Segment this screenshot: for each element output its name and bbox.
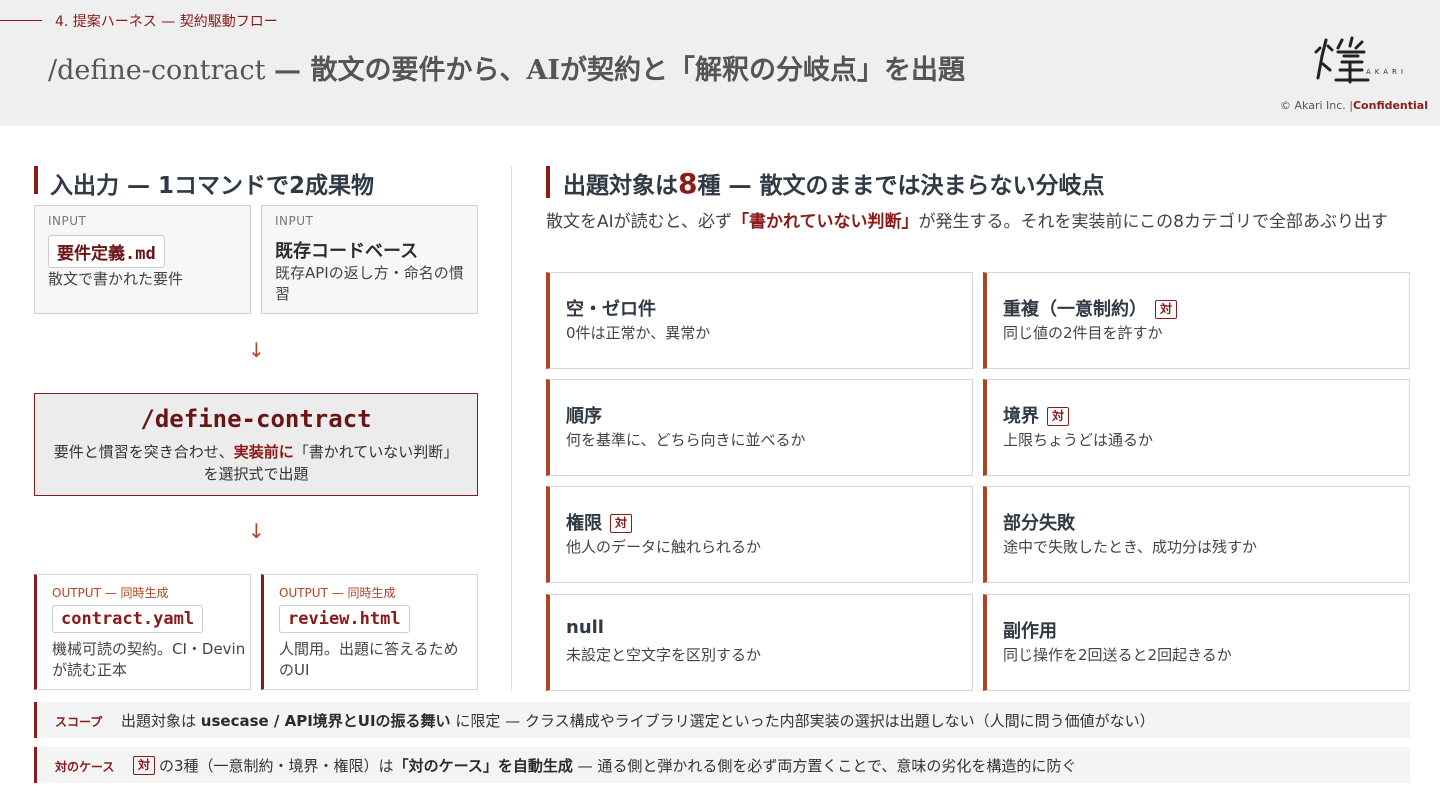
category-title-text: 権限 bbox=[566, 513, 602, 534]
category-title: 境界対 bbox=[1003, 402, 1070, 428]
logo-wordmark: AKARI bbox=[1366, 68, 1407, 76]
input-card-requirements: INPUT 要件定義.md 散文で書かれた要件 bbox=[34, 205, 251, 314]
column-divider bbox=[511, 166, 512, 691]
right-heading-bar bbox=[546, 166, 550, 198]
category-card: 権限対 他人のデータに触れられるか bbox=[546, 486, 973, 583]
command-desc-bold: 実装前に bbox=[233, 443, 294, 461]
category-desc: 同じ操作を2回送ると2回起きるか bbox=[1003, 646, 1232, 664]
category-title: 重複（一意制約） 対 bbox=[1003, 295, 1178, 321]
section-label: 4. 提案ハーネス — 契約駆動フロー bbox=[55, 14, 278, 30]
category-desc: 他人のデータに触れられるか bbox=[566, 538, 762, 556]
category-desc: 0件は正常か、異常か bbox=[566, 324, 711, 342]
input-tag: INPUT bbox=[48, 214, 87, 228]
pair-case-label: 対のケース bbox=[55, 760, 115, 774]
category-card: 空・ゼロ件 0件は正常か、異常か bbox=[546, 272, 973, 369]
requirements-file-chip: 要件定義.md bbox=[48, 235, 165, 268]
intro-post: が発生する。それを実装前にこの8カテゴリで全部あぶり出す bbox=[918, 212, 1388, 232]
category-card: 境界対 上限ちょうどは通るか bbox=[983, 379, 1410, 476]
command-name: /define-contract bbox=[140, 405, 372, 433]
right-heading: 出題対象は8種 — 散文のままでは決まらない分岐点 bbox=[563, 166, 1105, 200]
output-desc: 人間用。出題に答えるためのUI bbox=[279, 640, 459, 679]
right-heading-pre: 出題対象は bbox=[563, 173, 678, 199]
page-title-command: /define-contract bbox=[48, 55, 266, 86]
category-title-text: 空・ゼロ件 bbox=[566, 299, 656, 320]
pair-case-badge: 対 bbox=[1047, 407, 1070, 426]
pair-case-text: 対の3種（一意制約・境界・権限）は「対のケース」を自動生成 — 通る側と弾かれる… bbox=[133, 755, 1076, 776]
down-arrow-icon: ↓ bbox=[248, 338, 265, 362]
output-desc: 機械可読の契約。CI・Devinが読む正本 bbox=[52, 640, 246, 679]
category-desc: 未設定と空文字を区別するか bbox=[566, 646, 762, 664]
output-tag: OUTPUT — 同時生成 bbox=[52, 586, 169, 600]
case-pre: の3種（一意制約・境界・権限）は bbox=[159, 757, 394, 775]
category-desc: 上限ちょうどは通るか bbox=[1003, 431, 1154, 449]
review-file-chip: review.html bbox=[279, 605, 410, 633]
page-title-rest: — 散文の要件から、AIが契約と「解釈の分岐点」を出題 bbox=[274, 55, 966, 86]
case-bold: 「対のケース」を自動生成 bbox=[393, 757, 573, 775]
intro-text: 散文をAIが読むと、必ず「書かれていない判断」が発生する。それを実装前にこの8カ… bbox=[546, 209, 1416, 235]
category-desc: 途中で失敗したとき、成功分は残すか bbox=[1003, 538, 1257, 556]
pair-case-badge: 対 bbox=[610, 514, 633, 533]
category-card: null 未設定と空文字を区別するか bbox=[546, 594, 973, 691]
right-heading-post: 種 — 散文のままでは決まらない分岐点 bbox=[697, 173, 1105, 199]
codebase-title: 既存コードベース bbox=[275, 241, 419, 262]
intro-bold: 「書かれていない判断」 bbox=[731, 212, 919, 232]
copyright: © Akari Inc. |Confidential bbox=[1280, 99, 1428, 112]
category-title-text: 副作用 bbox=[1003, 621, 1057, 642]
category-card: 副作用 同じ操作を2回送ると2回起きるか bbox=[983, 594, 1410, 691]
case-post: — 通る側と弾かれる側を必ず両方置くことで、意味の劣化を構造的に防ぐ bbox=[577, 757, 1077, 775]
category-title: 部分失敗 bbox=[1003, 509, 1075, 535]
category-desc: 何を基準に、どちら向きに並べるか bbox=[566, 431, 806, 449]
input-tag: INPUT bbox=[275, 214, 314, 228]
category-title: 副作用 bbox=[1003, 617, 1057, 643]
category-title-text: 境界 bbox=[1003, 406, 1039, 427]
command-desc: 要件と慣習を突き合わせ、実装前に「書かれていない判断」を選択式で出題 bbox=[49, 441, 463, 485]
pair-case-note: 対のケース 対の3種（一意制約・境界・権限）は「対のケース」を自動生成 — 通る… bbox=[34, 747, 1410, 783]
category-title: 空・ゼロ件 bbox=[566, 295, 656, 321]
category-title-text: 重複（一意制約） bbox=[1003, 299, 1147, 320]
command-card: /define-contract 要件と慣習を突き合わせ、実装前に「書かれていな… bbox=[34, 393, 478, 496]
scope-pre: 出題対象は bbox=[121, 712, 197, 730]
intro-pre: 散文をAIが読むと、必ず bbox=[546, 212, 732, 232]
left-heading: 入出力 — 1コマンドで2成果物 bbox=[50, 173, 375, 199]
category-title: 順序 bbox=[566, 402, 602, 428]
category-card: 重複（一意制約） 対 同じ値の2件目を許すか bbox=[983, 272, 1410, 369]
output-card-review: OUTPUT — 同時生成 review.html 人間用。出題に答えるためのU… bbox=[261, 574, 478, 690]
output-tag: OUTPUT — 同時生成 bbox=[279, 586, 396, 600]
category-title-text: 部分失敗 bbox=[1003, 513, 1075, 534]
input-desc: 散文で書かれた要件 bbox=[48, 270, 184, 288]
category-title: 権限対 bbox=[566, 509, 633, 535]
pair-case-badge: 対 bbox=[1155, 300, 1178, 319]
copyright-text: © Akari Inc. | bbox=[1280, 99, 1353, 112]
down-arrow-icon: ↓ bbox=[248, 519, 265, 543]
category-title-text: 順序 bbox=[566, 406, 602, 427]
input-card-codebase: INPUT 既存コードベース 既存APIの返し方・命名の慣習 bbox=[261, 205, 478, 314]
akari-logo-icon bbox=[1314, 36, 1370, 84]
scope-label: スコープ bbox=[55, 715, 103, 729]
category-card: 部分失敗 途中で失敗したとき、成功分は残すか bbox=[983, 486, 1410, 583]
section-rule bbox=[0, 20, 42, 21]
page-title: /define-contract — 散文の要件から、AIが契約と「解釈の分岐点… bbox=[48, 48, 965, 87]
contract-file-chip: contract.yaml bbox=[52, 605, 204, 633]
scope-post: に限定 — クラス構成やライブラリ選定といった内部実装の選択は出題しない（人間に… bbox=[455, 712, 1155, 730]
category-count: 8 bbox=[678, 167, 698, 200]
command-desc-pre: 要件と慣習を突き合わせ、 bbox=[53, 443, 234, 461]
pair-case-badge: 対 bbox=[133, 756, 156, 775]
category-title: null bbox=[566, 617, 604, 638]
output-card-contract: OUTPUT — 同時生成 contract.yaml 機械可読の契約。CI・D… bbox=[34, 574, 251, 690]
category-title-text: null bbox=[566, 617, 604, 638]
scope-bold: usecase / API境界とUIの振る舞い bbox=[200, 712, 451, 730]
scope-note: スコープ 出題対象は usecase / API境界とUIの振る舞い に限定 —… bbox=[34, 702, 1410, 738]
category-card: 順序 何を基準に、どちら向きに並べるか bbox=[546, 379, 973, 476]
left-heading-bar bbox=[34, 166, 38, 194]
confidential-label: Confidential bbox=[1352, 99, 1428, 112]
input-desc: 既存APIの返し方・命名の慣習 bbox=[275, 264, 464, 303]
category-desc: 同じ値の2件目を許すか bbox=[1003, 324, 1163, 342]
scope-text: 出題対象は usecase / API境界とUIの振る舞い に限定 — クラス構… bbox=[121, 710, 1155, 731]
